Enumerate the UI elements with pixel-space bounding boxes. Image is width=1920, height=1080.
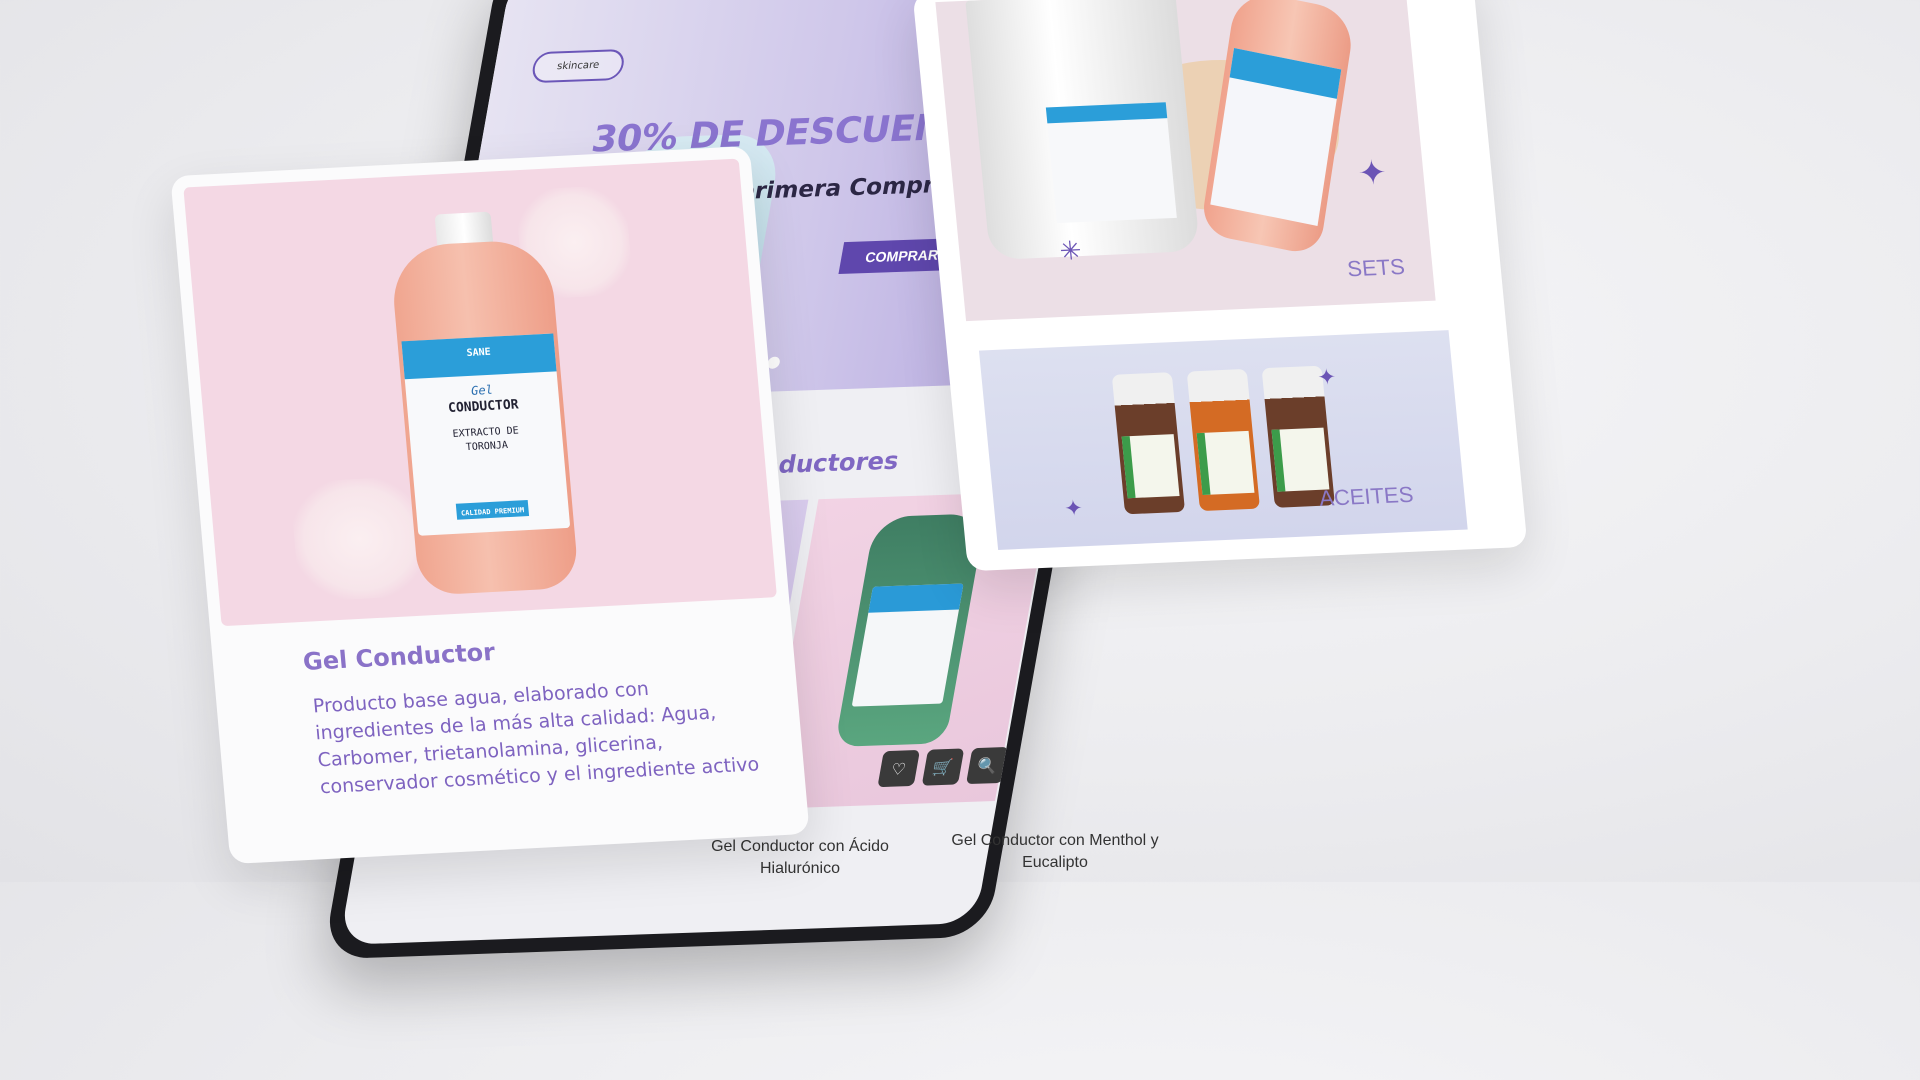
- zoom-icon[interactable]: 🔍: [965, 746, 1009, 785]
- product-name-menthol[interactable]: Gel Conductor con Menthol y Eucalipto: [940, 830, 1170, 874]
- carousel-next-button[interactable]: ›: [1022, 669, 1063, 705]
- sparkle-icon: ✦: [1063, 496, 1085, 522]
- product-card[interactable]: SANE Gel CONDUCTOR EXTRACTO DE TORONJA C…: [170, 145, 810, 865]
- hero-tag-button[interactable]: skincare: [530, 48, 627, 84]
- sparkle-icon: ✳: [1058, 236, 1083, 267]
- category-sets[interactable]: ✦ ✳ SETS: [935, 0, 1436, 322]
- sets-bottle-image: [1199, 0, 1357, 257]
- product-card-image: SANE Gel CONDUCTOR EXTRACTO DE TORONJA C…: [183, 158, 777, 627]
- heart-icon[interactable]: ♡: [877, 749, 921, 788]
- category-panel: ✦ ✳ SETS ✦ ✦ ACEITES: [912, 0, 1528, 572]
- product-name-hialuronico[interactable]: Gel Conductor con Ácido Hialurónico: [690, 836, 910, 880]
- gel-bottle-image: SANE Gel CONDUCTOR EXTRACTO DE TORONJA C…: [387, 209, 580, 596]
- sparkle-icon: ✦: [1356, 152, 1389, 194]
- oil-bottle-image: [1111, 372, 1186, 515]
- sparkle-icon: ✦: [1316, 365, 1338, 391]
- category-label-sets: SETS: [1346, 253, 1406, 282]
- card-title: Gel Conductor: [301, 637, 497, 676]
- category-label-aceites: ACEITES: [1318, 481, 1415, 511]
- gel-smear-bottom: [289, 475, 430, 603]
- cart-icon[interactable]: 🛒: [921, 748, 965, 786]
- card-description: Producto base agua, elaborado con ingred…: [312, 677, 761, 799]
- product-bottle-image: [834, 513, 987, 747]
- oil-bottle-image: [1186, 368, 1261, 512]
- bucket-image: [965, 0, 1201, 261]
- category-aceites[interactable]: ✦ ✦ ACEITES: [978, 330, 1468, 550]
